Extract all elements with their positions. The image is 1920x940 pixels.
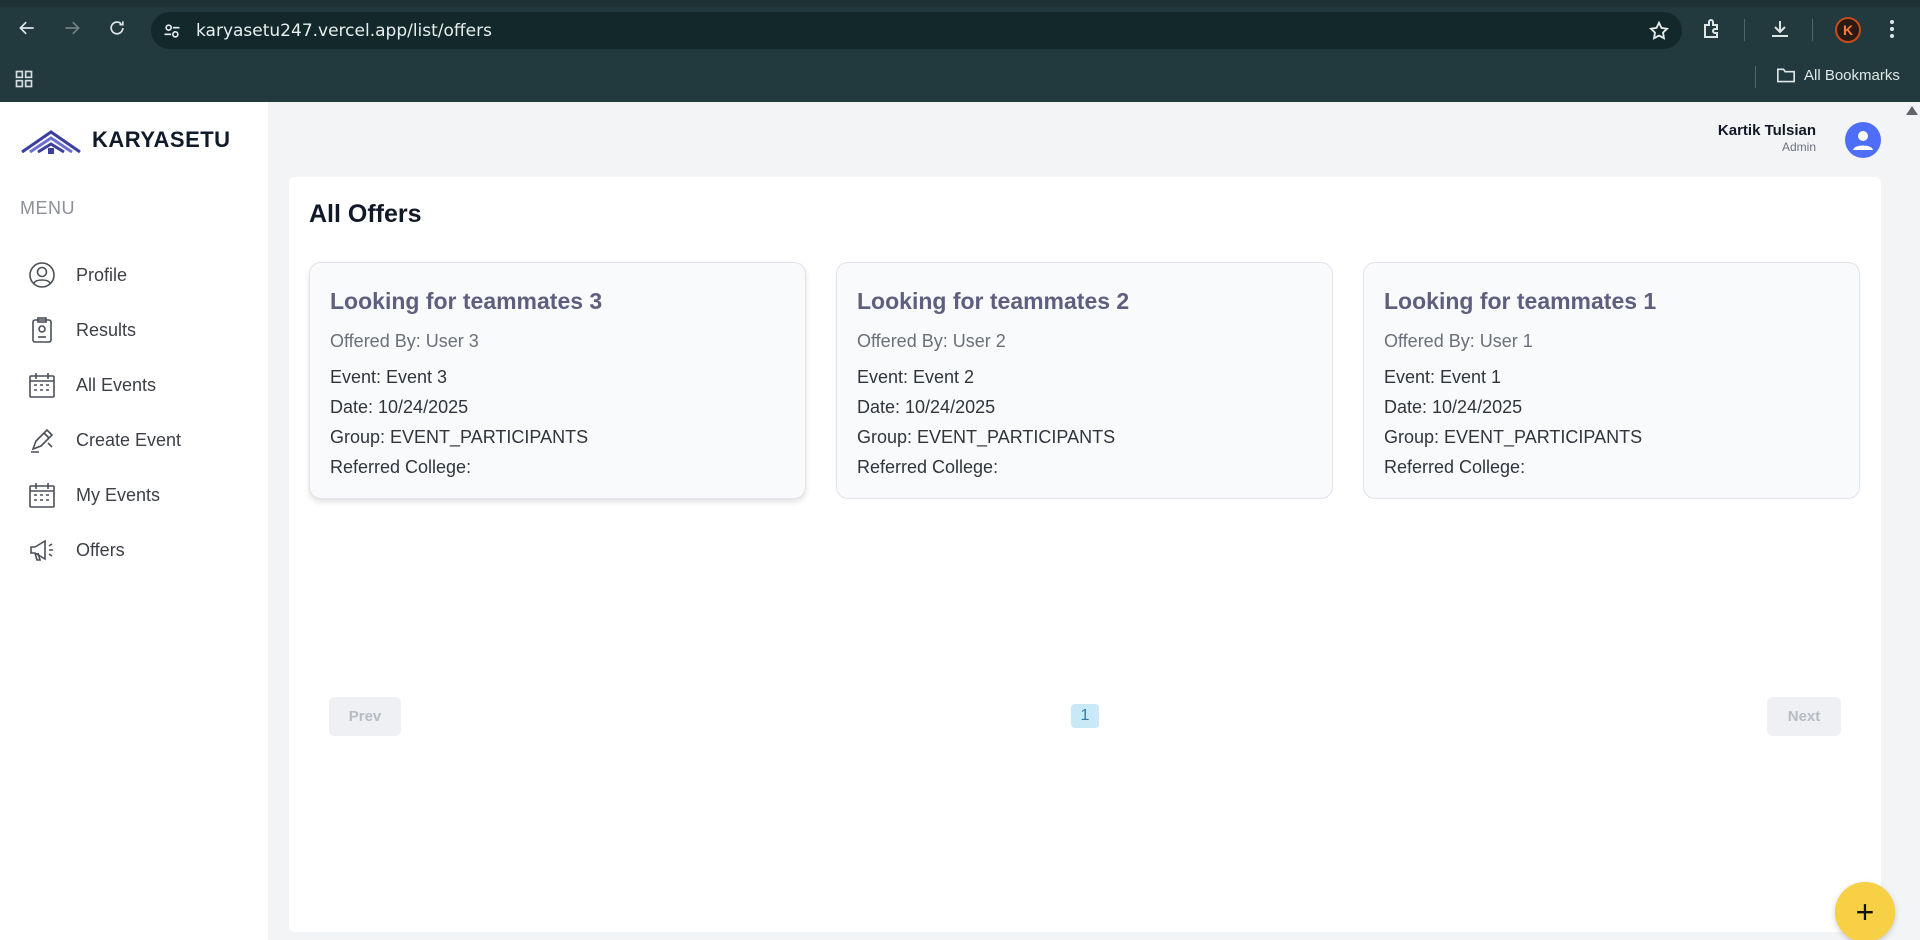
offer-offered-by: Offered By: User 1 bbox=[1384, 331, 1533, 351]
offer-event: Event: Event 2 bbox=[857, 367, 975, 387]
sidebar-item-my-events[interactable]: My Events bbox=[28, 478, 160, 512]
bookmarks-divider bbox=[1755, 66, 1756, 88]
user-role: Admin bbox=[1781, 140, 1816, 154]
offer-group: Group: EVENT_PARTICIPANTS bbox=[857, 427, 1116, 447]
offer-college: Referred College: bbox=[1384, 457, 1526, 477]
user-name: Kartik Tulsian bbox=[1717, 122, 1816, 139]
sidebar-item-label: Profile bbox=[76, 264, 128, 285]
page-title: All Offers bbox=[309, 200, 422, 228]
offer-title: Looking for teammates 1 bbox=[1384, 288, 1657, 314]
more-menu-icon[interactable] bbox=[1880, 17, 1904, 41]
sidebar-item-profile[interactable]: Profile bbox=[28, 258, 127, 292]
reload-icon[interactable] bbox=[105, 16, 129, 40]
calendar-icon bbox=[29, 483, 55, 508]
offer-date: Date: 10/24/2025 bbox=[330, 397, 469, 417]
sidebar-item-results[interactable]: Results bbox=[28, 313, 136, 347]
toolbar-divider bbox=[1812, 19, 1813, 41]
offer-date: Date: 10/24/2025 bbox=[857, 397, 996, 417]
sidebar-item-all-events[interactable]: All Events bbox=[28, 368, 156, 402]
next-page-button[interactable]: Next bbox=[1767, 697, 1841, 736]
sidebar: KARYASETU MENU Profile Results All Event… bbox=[0, 102, 268, 940]
site-settings-icon[interactable] bbox=[162, 21, 182, 41]
offer-card[interactable]: Looking for teammates 3 Offered By: User… bbox=[309, 262, 806, 499]
offers-panel: All Offers Looking for teammates 3 Offer… bbox=[289, 177, 1881, 932]
offer-offered-by: Offered By: User 3 bbox=[330, 331, 479, 351]
browser-profile-avatar[interactable]: K bbox=[1835, 17, 1861, 43]
add-offer-button[interactable]: + bbox=[1835, 882, 1895, 940]
bookmark-star-icon[interactable] bbox=[1648, 20, 1670, 42]
offer-event: Event: Event 1 bbox=[1384, 367, 1502, 387]
apps-grid-icon[interactable] bbox=[14, 69, 34, 89]
user-avatar-icon bbox=[1853, 131, 1873, 150]
browser-tab-strip bbox=[0, 0, 1920, 7]
offer-college: Referred College: bbox=[330, 457, 472, 477]
download-icon[interactable] bbox=[1768, 17, 1792, 41]
folder-icon bbox=[1777, 68, 1795, 83]
address-bar[interactable]: karyasetu247.vercel.app/list/offers bbox=[151, 12, 1682, 49]
prev-page-button[interactable]: Prev bbox=[329, 697, 401, 736]
extensions-icon[interactable] bbox=[1701, 17, 1725, 41]
scroll-up-arrow-icon[interactable] bbox=[1906, 106, 1918, 115]
toolbar-divider bbox=[1744, 19, 1745, 41]
user-info: Kartik Tulsian Admin bbox=[1718, 122, 1816, 154]
offer-card[interactable]: Looking for teammates 1 Offered By: User… bbox=[1363, 262, 1860, 499]
offer-group: Group: EVENT_PARTICIPANTS bbox=[1384, 427, 1643, 447]
megaphone-icon bbox=[30, 539, 53, 561]
sidebar-item-label: Create Event bbox=[76, 429, 182, 450]
offer-offered-by: Offered By: User 2 bbox=[857, 331, 1006, 351]
offer-card[interactable]: Looking for teammates 2 Offered By: User… bbox=[836, 262, 1333, 499]
offer-event: Event: Event 3 bbox=[330, 367, 448, 387]
sidebar-item-create-event[interactable]: Create Event bbox=[28, 423, 181, 457]
offer-title: Looking for teammates 3 bbox=[330, 288, 603, 314]
page-number-current[interactable]: 1 bbox=[1071, 704, 1099, 728]
logo-text: KARYASETU bbox=[92, 127, 231, 152]
all-bookmarks-label: All Bookmarks bbox=[1804, 66, 1900, 84]
menu-heading: MENU bbox=[20, 198, 75, 218]
offer-college: Referred College: bbox=[857, 457, 999, 477]
offer-title: Looking for teammates 2 bbox=[857, 288, 1130, 314]
user-circle-icon bbox=[29, 262, 55, 288]
calendar-icon bbox=[29, 373, 55, 398]
forward-icon[interactable] bbox=[60, 16, 84, 40]
clipboard-icon bbox=[32, 317, 52, 343]
sidebar-item-label: All Events bbox=[76, 374, 157, 395]
url-text[interactable]: karyasetu247.vercel.app/list/offers bbox=[196, 21, 492, 41]
sidebar-item-offers[interactable]: Offers bbox=[28, 533, 125, 567]
bookmarks-bar: All Bookmarks bbox=[0, 60, 1920, 102]
offer-date: Date: 10/24/2025 bbox=[1384, 397, 1523, 417]
sidebar-item-label: Results bbox=[76, 319, 137, 340]
avatar[interactable] bbox=[1845, 122, 1881, 158]
all-bookmarks-button[interactable]: All Bookmarks bbox=[1776, 66, 1900, 84]
sidebar-item-label: Offers bbox=[76, 539, 125, 560]
sidebar-item-label: My Events bbox=[76, 484, 161, 505]
logo[interactable]: KARYASETU bbox=[20, 124, 231, 156]
back-icon[interactable] bbox=[15, 16, 39, 40]
page-scrollbar[interactable] bbox=[1905, 102, 1920, 940]
karyasetu-logo-icon bbox=[21, 130, 81, 154]
pen-icon bbox=[31, 428, 54, 453]
offer-group: Group: EVENT_PARTICIPANTS bbox=[330, 427, 589, 447]
